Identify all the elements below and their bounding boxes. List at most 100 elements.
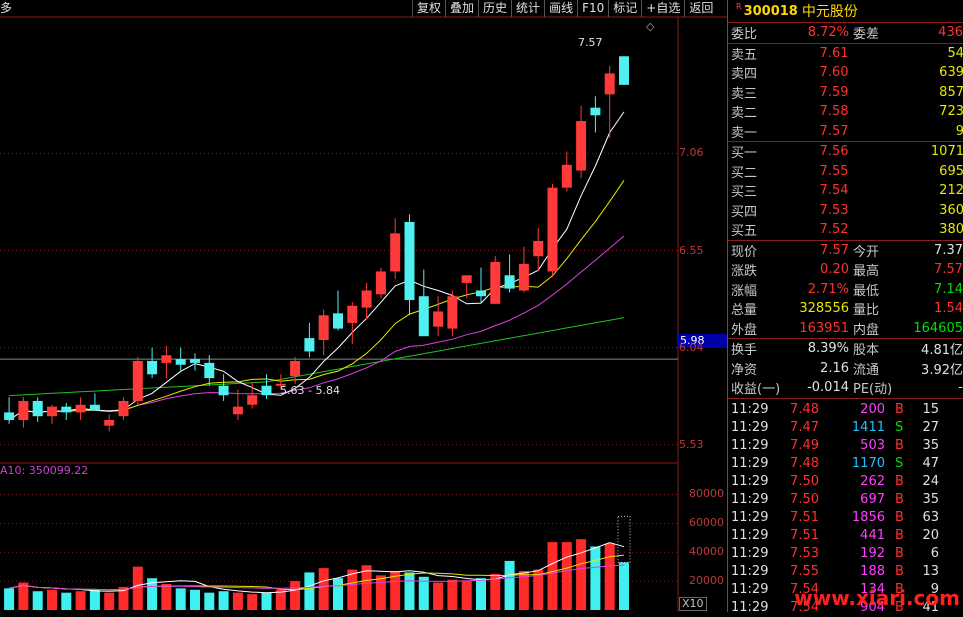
tick-side: B [885,528,911,543]
tick-list[interactable]: 11:297.48200B1511:297.471411S2711:297.49… [728,399,963,617]
volume-axis-label: 40000 [689,545,724,558]
volume-bar [319,568,329,610]
tick-side: B [885,474,911,489]
bid-row[interactable]: 买四7.53360 [728,201,963,221]
candle-body [33,401,43,416]
kline-svg [0,0,727,612]
toolbar-button[interactable]: 统计 [511,0,544,17]
tick-price: 7.51 [771,510,819,525]
candle-body [505,275,515,288]
ask-row[interactable]: 卖四7.60639 [728,63,963,83]
ask-label: 卖一 [728,122,765,141]
kline-chart-area[interactable]: 多 复权叠加历史统计画线F10标记+自选返回 ◇ 5.98 A10: 35009… [0,0,727,612]
volume-bar [76,591,86,610]
toolbar-button[interactable]: 画线 [544,0,577,17]
candle-body [476,291,486,297]
bid-label: 买三 [728,181,765,200]
candle-body [61,407,71,413]
candle-body [590,108,600,116]
volume-bar [247,594,257,610]
ask-label: 卖四 [728,63,765,82]
volume-bar [405,572,415,610]
toolbar-button[interactable]: 历史 [478,0,511,17]
ask-row[interactable]: 卖三7.59857 [728,83,963,103]
diamond-icon[interactable]: ◇ [646,20,654,33]
volume-bar [104,593,114,610]
toolbar-button[interactable]: F10 [577,0,608,17]
candle-body [533,241,543,256]
tick-price: 7.49 [771,438,819,453]
quote-label: 内盘 [849,319,887,338]
candle-body [433,311,443,326]
price-axis-label: 6.55 [679,244,704,257]
tick-side: B [885,492,911,507]
ask-row[interactable]: 卖一7.579 [728,122,963,142]
toolbar-button[interactable]: 叠加 [445,0,478,17]
candle-body [576,121,586,171]
tick-time: 11:29 [728,564,771,579]
volume-bar [619,562,629,610]
bid-row[interactable]: 买三7.54212 [728,181,963,201]
quote-label: 总量 [728,299,765,318]
quote-label: 涨跌 [728,260,765,279]
menu-label[interactable]: 多 [0,0,12,16]
ask-label: 卖五 [728,44,765,63]
tick-price: 7.48 [771,402,819,417]
ask-row[interactable]: 卖二7.58723 [728,102,963,122]
tick-time: 11:29 [728,582,771,597]
tick-count: 47 [911,456,939,471]
quote-label: 涨幅 [728,280,765,299]
quote-value: 164605 [887,321,963,336]
tick-count: 63 [911,510,939,525]
volume-bar [90,590,100,610]
tick-row: 11:297.471411S27 [728,419,963,437]
toolbar-button[interactable]: +自选 [641,0,684,17]
ask-price: 7.60 [765,65,849,80]
candle-body [405,222,415,300]
tick-price: 7.50 [771,474,819,489]
quote-value: 2.71% [765,282,849,297]
tick-row: 11:297.50697B35 [728,491,963,509]
volume-axis-label: 20000 [689,574,724,587]
bid-volume: 380 [849,222,963,237]
volume-bar [462,581,472,610]
ask-row[interactable]: 卖五7.6154 [728,44,963,64]
candle-body [133,361,143,401]
toolbar-button[interactable]: 标记 [608,0,641,17]
weibi-label: 委比 [728,23,765,42]
bid-row[interactable]: 买五7.52380 [728,220,963,240]
fundamentals: 换手8.39%股本4.81亿净资2.16流通3.92亿收益(一)-0.014PE… [728,339,963,399]
candle-body [4,412,14,420]
ask-price: 7.58 [765,104,849,119]
bid-label: 买二 [728,162,765,181]
tick-count: 24 [911,474,939,489]
ask-volume: 639 [849,65,963,80]
bid-row[interactable]: 买一7.561071 [728,142,963,162]
fund-label: PE(动) [849,378,897,397]
ask-volume: 857 [849,85,963,100]
bid-row[interactable]: 买二7.55695 [728,162,963,182]
fund-value: 2.16 [765,361,849,376]
toolbar-button[interactable]: 复权 [412,0,445,17]
weicha-value: 436 [887,25,963,40]
tick-count: 13 [911,564,939,579]
volume-bar [18,583,28,610]
tick-price: 7.47 [771,420,819,435]
fund-row: 净资2.16流通3.92亿 [728,359,963,379]
volume-bar [433,583,443,610]
volume-bar [190,590,200,610]
tick-volume: 1170 [819,456,885,471]
volume-bar [605,544,615,610]
candle-body [605,73,615,94]
fund-label: 收益(一) [728,378,791,397]
volume-bar [576,539,586,610]
toolbar-button[interactable]: 返回 [684,0,717,17]
fund-label: 净资 [728,359,765,378]
tick-row: 11:297.53192B6 [728,545,963,563]
tick-price: 7.48 [771,456,819,471]
fund-label: 流通 [849,359,887,378]
volume-multiplier[interactable]: X10 [679,597,707,611]
candle-body [362,291,372,308]
volume-bar [419,577,429,610]
candle-body [562,165,572,188]
